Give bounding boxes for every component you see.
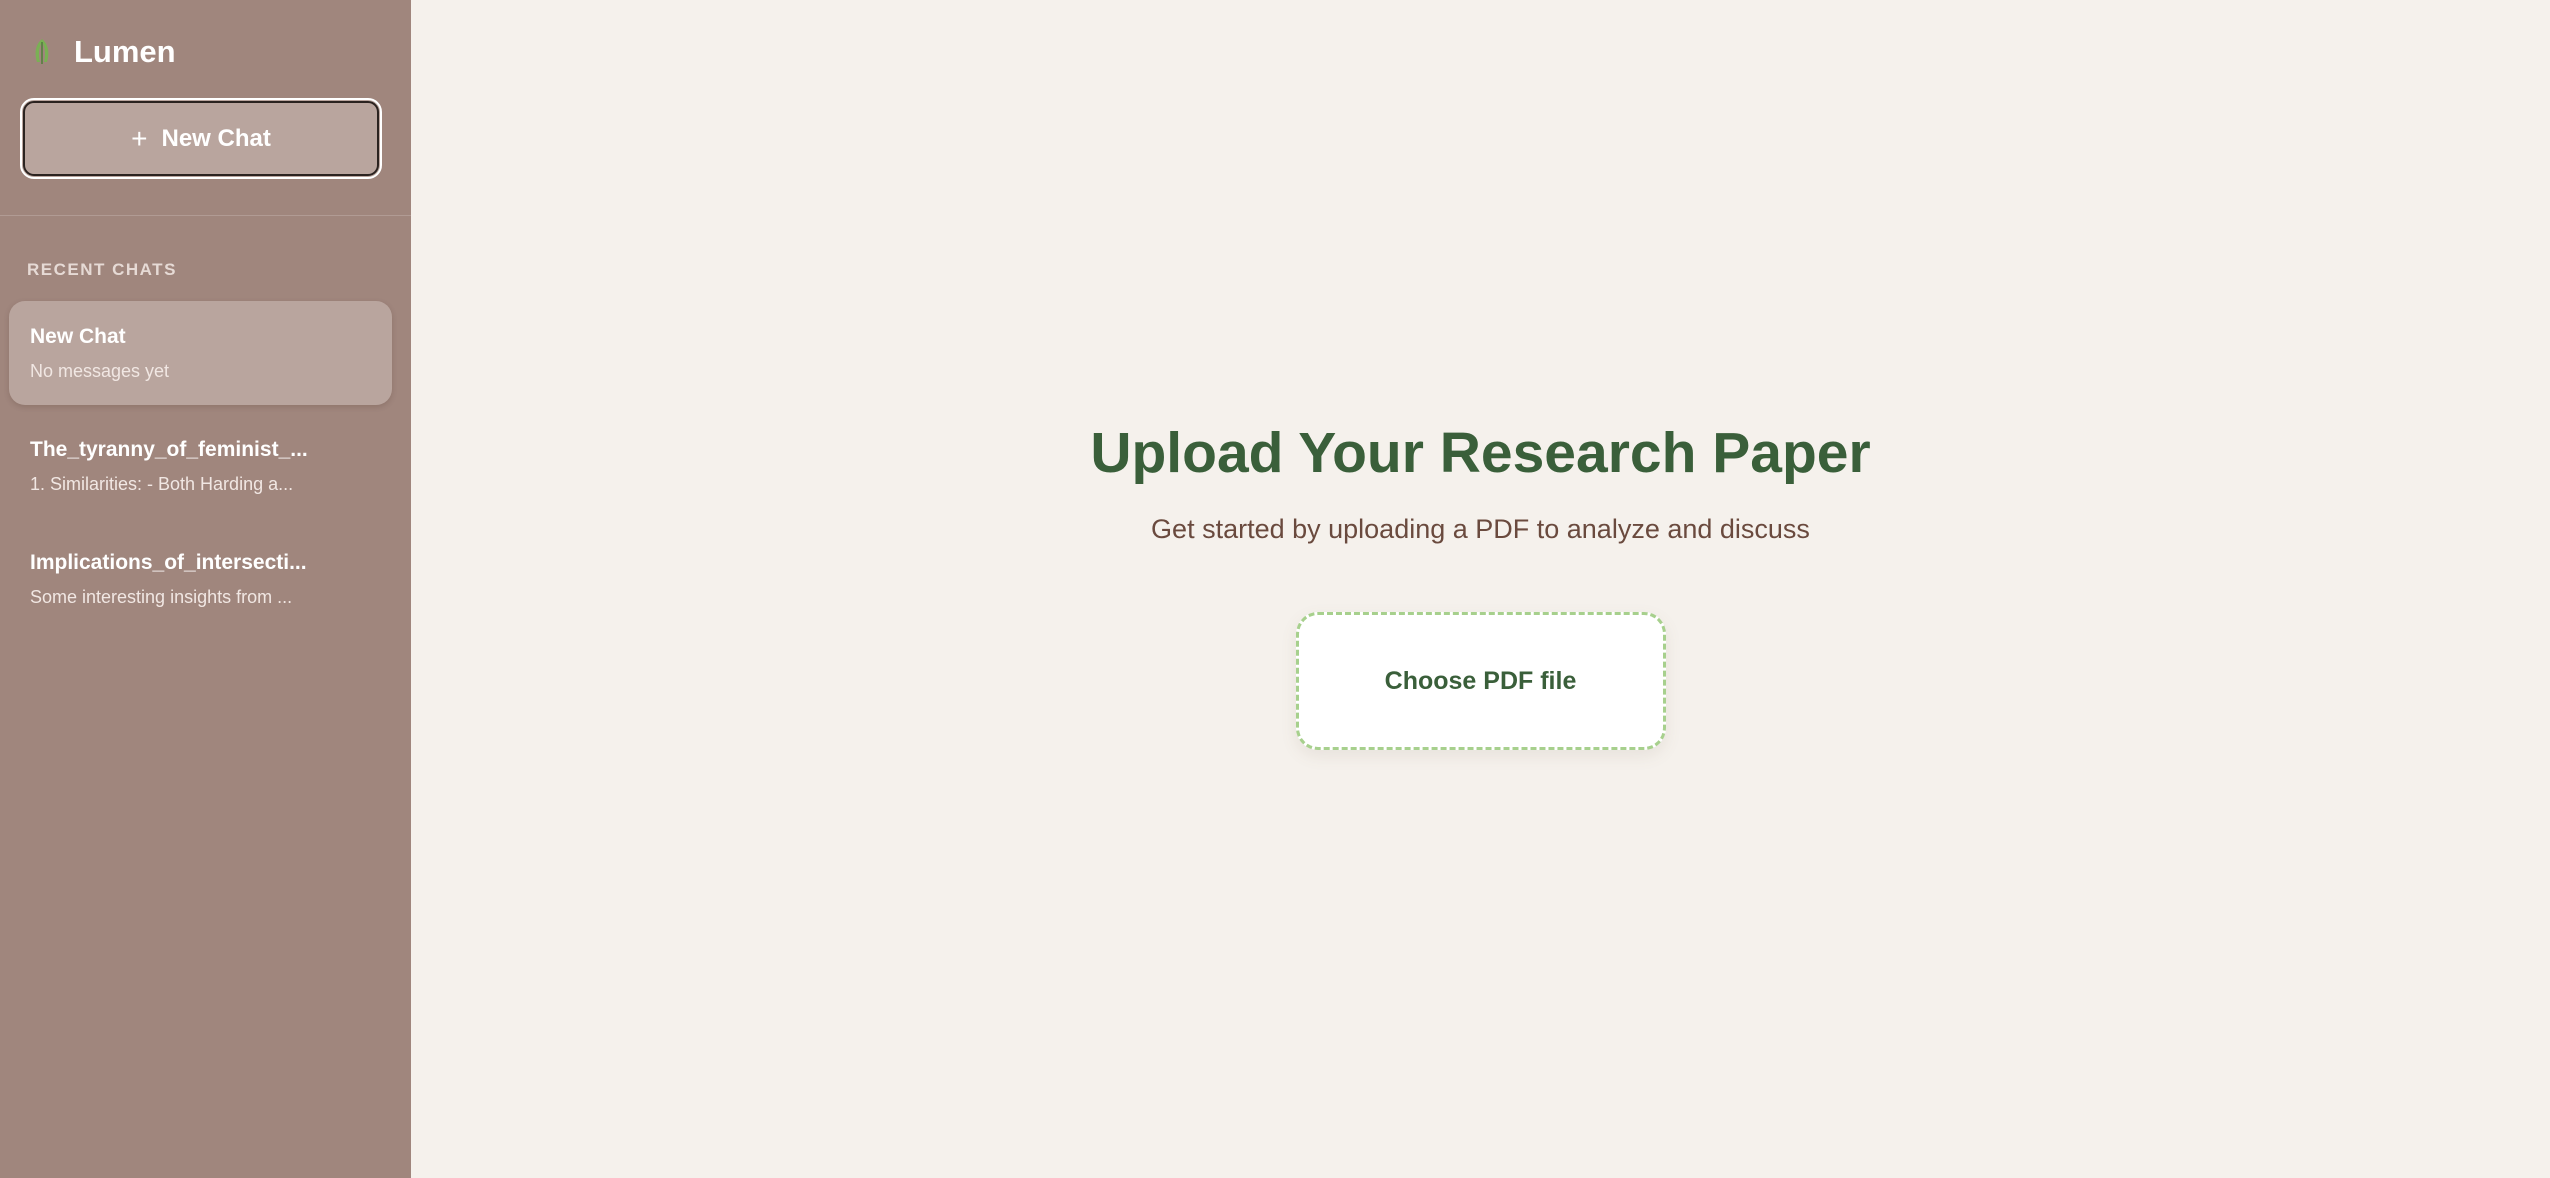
leaf-icon	[35, 39, 49, 64]
choose-pdf-button[interactable]: Choose PDF file	[1295, 612, 1666, 750]
main-content: Upload Your Research Paper Get started b…	[411, 0, 2550, 1178]
chat-title: The_tyranny_of_feminist_...	[30, 438, 308, 461]
plus-icon: +	[131, 122, 148, 154]
chat-title: Implications_of_intersecti...	[30, 551, 307, 574]
page-title: Upload Your Research Paper	[1090, 421, 1871, 485]
chat-item-new-chat[interactable]: New Chat No messages yet	[9, 301, 392, 405]
chat-title: New Chat	[30, 325, 126, 348]
page-subtitle: Get started by uploading a PDF to analyz…	[1151, 514, 1810, 544]
chat-item-tyranny-of-feminist[interactable]: The_tyranny_of_feminist_... 1. Similarit…	[9, 414, 392, 518]
brand: Lumen	[32, 34, 176, 70]
sidebar: Lumen + New Chat RECENT CHATS New Chat N…	[0, 0, 411, 1178]
sidebar-divider	[0, 215, 411, 216]
chat-preview: 1. Similarities: - Both Harding a...	[30, 474, 294, 494]
app-name: Lumen	[74, 34, 176, 69]
chat-preview: Some interesting insights from ...	[30, 587, 293, 607]
new-chat-label: New Chat	[161, 124, 271, 152]
choose-pdf-label: Choose PDF file	[1384, 666, 1577, 695]
chat-preview: No messages yet	[30, 361, 170, 381]
new-chat-button[interactable]: + New Chat	[20, 98, 382, 179]
chat-item-implications-of-intersectionality[interactable]: Implications_of_intersecti... Some inter…	[9, 527, 392, 631]
recent-chats-heading: RECENT CHATS	[27, 260, 177, 279]
